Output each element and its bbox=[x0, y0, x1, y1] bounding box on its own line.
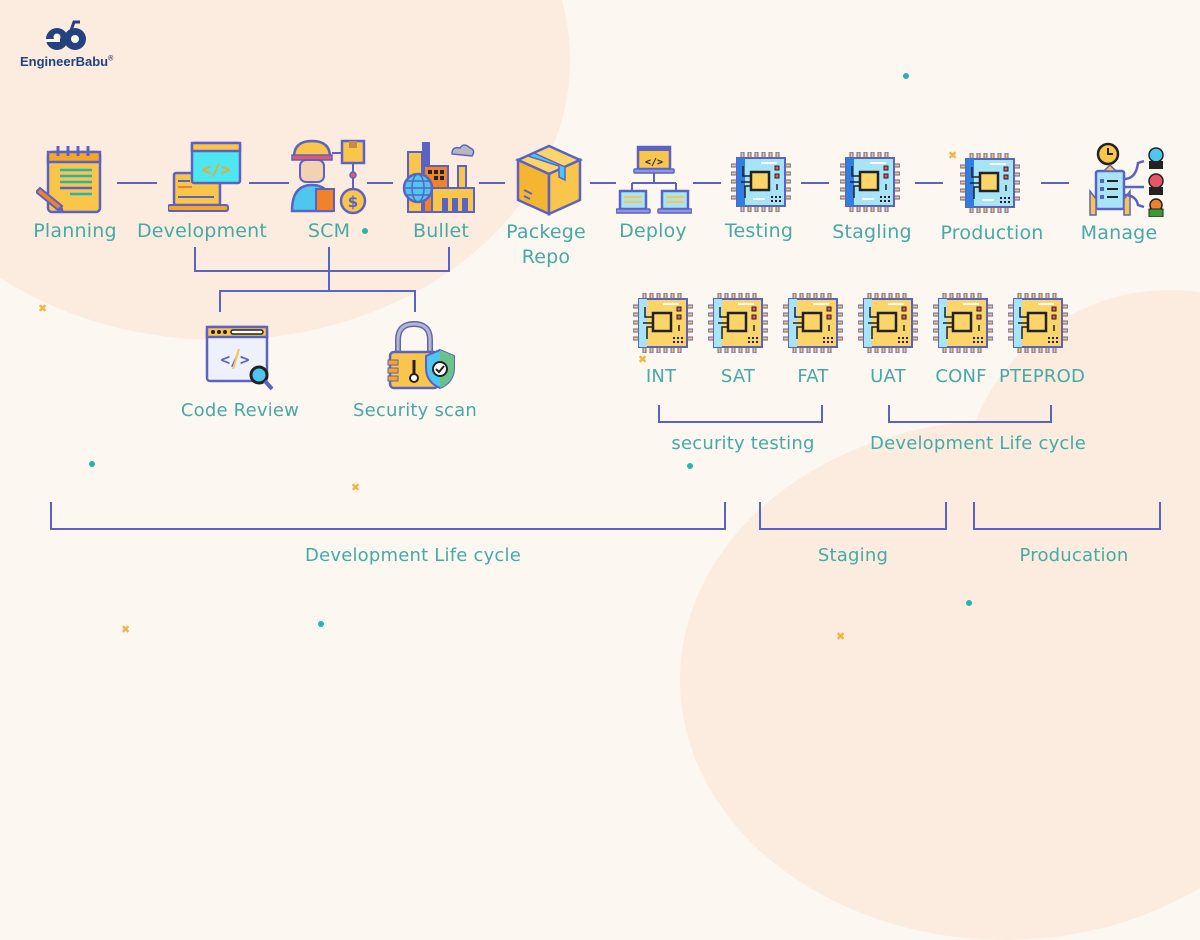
decor-cross: ✖ bbox=[836, 630, 846, 643]
env-label-uat: UAT bbox=[870, 366, 906, 387]
env-label-int: INT bbox=[645, 366, 677, 387]
svg-text:</>: </> bbox=[645, 157, 663, 168]
phase-label-staging: Staging bbox=[817, 545, 889, 566]
decor-cross: ✖ bbox=[121, 623, 131, 636]
code-review-icon: </> bbox=[205, 325, 274, 391]
connector bbox=[117, 182, 157, 184]
connector bbox=[367, 182, 393, 184]
svg-text:$: $ bbox=[348, 193, 358, 211]
decor-dot bbox=[903, 73, 909, 79]
stage-label-package-line2: Repo bbox=[521, 246, 571, 268]
chip-icon bbox=[731, 152, 791, 212]
stage-label-deploy: Deploy bbox=[619, 220, 687, 242]
stage-label-testing: Testing bbox=[724, 220, 794, 242]
group-bracket bbox=[888, 405, 1052, 423]
stage-label-production: Production bbox=[940, 222, 1044, 244]
env-label-pteprod: PTEPROD bbox=[998, 366, 1086, 387]
decor-dot bbox=[89, 461, 95, 467]
chip-icon bbox=[858, 293, 918, 353]
connector bbox=[479, 182, 505, 184]
decor-dot bbox=[362, 228, 368, 234]
connector bbox=[693, 182, 721, 184]
decor-cross: ✖ bbox=[638, 353, 648, 366]
stage-label-package-repo: Packege Repo bbox=[506, 220, 586, 270]
decor-dot bbox=[318, 621, 324, 627]
group-bracket bbox=[194, 247, 450, 272]
package-box-icon bbox=[514, 144, 584, 216]
chip-icon bbox=[708, 293, 768, 353]
check-label-security-scan: Security scan bbox=[353, 400, 477, 421]
stage-label-stagling: Stagling bbox=[832, 221, 912, 243]
decor-cross: ✖ bbox=[948, 149, 958, 162]
worker-supply-chain-icon: $ bbox=[290, 139, 367, 215]
env-group-label-dev-life-cycle: Development Life cycle bbox=[870, 433, 1086, 454]
stage-label-package-line1: Packege bbox=[506, 221, 586, 243]
connector bbox=[219, 290, 416, 292]
connector bbox=[590, 182, 616, 184]
laptop-code-icon: </> bbox=[168, 141, 242, 212]
chip-icon bbox=[840, 152, 900, 212]
connector bbox=[249, 182, 289, 184]
env-label-fat: FAT bbox=[797, 366, 829, 387]
decor-cross: ✖ bbox=[38, 302, 48, 315]
decor-dot bbox=[687, 463, 693, 469]
chip-icon bbox=[633, 293, 693, 353]
decor-dot bbox=[966, 600, 972, 606]
phase-label-production: Producation bbox=[1019, 545, 1129, 566]
stage-label-planning: Planning bbox=[33, 220, 117, 242]
notepad-icon bbox=[36, 146, 102, 214]
factory-globe-icon bbox=[402, 142, 475, 213]
chip-icon bbox=[933, 293, 993, 353]
phase-label-development: Development Life cycle bbox=[305, 545, 521, 566]
chip-icon bbox=[1008, 293, 1068, 353]
phase-bracket bbox=[973, 502, 1161, 530]
env-label-conf: CONF bbox=[935, 366, 987, 387]
connector bbox=[915, 182, 943, 184]
svg-text:</>: </> bbox=[202, 160, 231, 179]
decor-cross: ✖ bbox=[351, 481, 361, 494]
connector bbox=[328, 247, 330, 291]
stage-label-manage: Manage bbox=[1080, 222, 1158, 244]
stage-label-development: Development bbox=[136, 220, 268, 242]
brand-name: EngineerBabu® bbox=[20, 54, 114, 69]
stage-label-bullet: Bullet bbox=[413, 220, 469, 242]
connector bbox=[801, 182, 829, 184]
stage-label-scm: SCM bbox=[307, 220, 351, 242]
chip-icon bbox=[783, 293, 843, 353]
env-label-sat: SAT bbox=[720, 366, 756, 387]
env-group-label-security-testing: security testing bbox=[671, 433, 815, 454]
check-label-code-review: Code Review bbox=[180, 400, 300, 421]
connector bbox=[1041, 182, 1069, 184]
manage-team-icon bbox=[1089, 142, 1164, 217]
chip-icon bbox=[960, 153, 1020, 213]
phase-bracket bbox=[759, 502, 947, 530]
network-deploy-icon: </> bbox=[616, 145, 692, 214]
connector bbox=[219, 290, 221, 312]
phase-bracket bbox=[50, 502, 726, 530]
group-bracket bbox=[658, 405, 823, 423]
connector bbox=[414, 290, 416, 312]
brand-logo-icon bbox=[46, 20, 86, 50]
security-lock-icon bbox=[387, 320, 455, 390]
